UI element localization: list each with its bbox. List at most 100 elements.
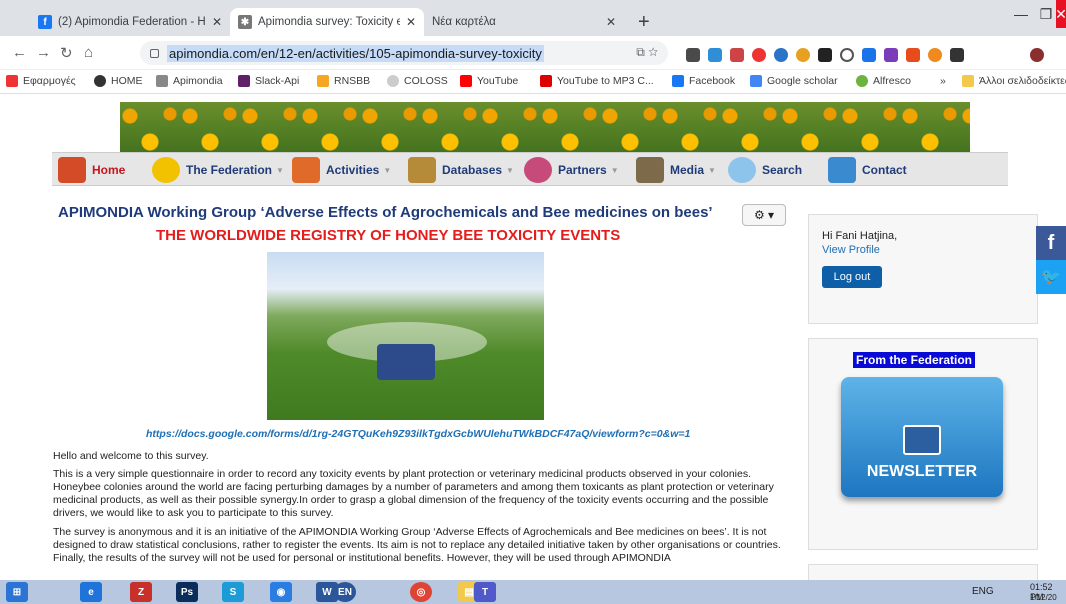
chrome-icon[interactable]: ◎ <box>410 582 432 602</box>
nav-databases[interactable]: Databases ▼ <box>408 153 514 187</box>
bookmark-slack[interactable]: Slack-Api <box>238 75 299 87</box>
close-tab-icon[interactable]: ✕ <box>212 15 222 29</box>
close-window-button[interactable]: ✕ <box>1055 0 1066 28</box>
view-profile-link[interactable]: View Profile <box>822 244 880 256</box>
bookmark-star-icon[interactable]: ⧉ ☆ <box>636 45 658 60</box>
media-icon <box>636 157 664 183</box>
chevron-down-icon: ▼ <box>610 165 619 175</box>
lock-icon <box>150 48 159 58</box>
opera-icon[interactable] <box>752 48 766 62</box>
article-tools-button[interactable]: ⚙ ▾ <box>742 204 786 226</box>
bookmark-alfresco[interactable]: Alfresco <box>856 75 911 87</box>
bookmark-youtube[interactable]: YouTube <box>460 75 518 87</box>
logout-button[interactable]: Log out <box>822 266 882 288</box>
intro-paragraph: This is a very simple questionnaire in o… <box>53 468 774 519</box>
nav-activities[interactable]: Activities ▼ <box>292 153 391 187</box>
language-icon[interactable]: EN <box>334 582 356 602</box>
folder-icon <box>962 75 974 87</box>
forward-icon[interactable]: → <box>36 44 51 61</box>
apps-icon <box>6 75 18 87</box>
extension-icon[interactable] <box>686 48 700 62</box>
new-tab-button[interactable]: + <box>638 12 650 32</box>
facebook-icon: f <box>38 15 52 29</box>
gear-icon: ⚙ ▾ <box>753 208 775 222</box>
language-indicator[interactable]: ENG <box>972 586 994 597</box>
app-icon[interactable]: Z <box>130 582 152 602</box>
magnifier-icon <box>728 157 756 183</box>
chevron-down-icon: ▼ <box>708 165 716 175</box>
tractor-shape <box>377 344 435 380</box>
extension-icon[interactable] <box>818 48 832 62</box>
alfresco-icon <box>856 75 868 87</box>
extension-icon[interactable] <box>796 48 810 62</box>
web-page: Home The Federation ▼ Activities ▼ Databas… <box>0 94 1066 580</box>
nav-media[interactable]: Media ▼ <box>636 153 716 187</box>
newsletter-banner[interactable]: NEWSLETTER <box>841 377 1003 497</box>
chevron-down-icon: ▼ <box>506 165 514 175</box>
user-greeting: Hi Fani Hatjina, <box>822 230 898 242</box>
app-icon[interactable]: ◉ <box>270 582 292 602</box>
tab-strip: f (2) Apimondia Federation - Home ✕ ✱ Ap… <box>0 0 1066 36</box>
skype-icon[interactable]: S <box>222 582 244 602</box>
browser-toolbar: ← → ↻ ⌂ apimondia.com/en/12-en/activitie… <box>0 36 1066 70</box>
nav-contact[interactable]: Contact <box>828 153 907 187</box>
teams-icon[interactable]: T <box>474 582 496 602</box>
bookmark-google-scholar[interactable]: Google scholar <box>750 75 838 87</box>
extension-icon[interactable] <box>906 48 920 62</box>
nav-search[interactable]: Search <box>728 153 802 187</box>
profile-avatar[interactable] <box>1030 48 1044 62</box>
extension-icon[interactable] <box>862 48 876 62</box>
extension-icon[interactable] <box>840 48 854 62</box>
greeting-text: Hello and welcome to this survey. <box>53 450 209 462</box>
tools-icon <box>292 157 320 183</box>
close-tab-icon[interactable]: ✕ <box>406 15 416 29</box>
slack-icon <box>238 75 250 87</box>
extension-icon[interactable] <box>884 48 898 62</box>
extension-icon[interactable] <box>950 48 964 62</box>
close-tab-icon[interactable]: ✕ <box>606 15 616 29</box>
tab-apimondia-survey[interactable]: ✱ Apimondia survey: Toxicity events ✕ <box>230 8 424 36</box>
extension-icon[interactable] <box>774 48 788 62</box>
facebook-share-icon[interactable]: f <box>1036 226 1066 260</box>
bookmark-facebook[interactable]: Facebook <box>672 75 735 87</box>
nav-partners[interactable]: Partners ▼ <box>524 153 619 187</box>
restore-button[interactable]: ❐ <box>1036 0 1056 28</box>
google-form-link[interactable]: https://docs.google.com/forms/d/1rg-24GT… <box>146 428 690 440</box>
bee-icon <box>156 75 168 87</box>
bookmark-coloss[interactable]: COLOSS <box>387 75 448 87</box>
bookmark-rnsbb[interactable]: RNSBB <box>317 75 370 87</box>
extension-icon[interactable] <box>730 48 744 62</box>
bookmark-home[interactable]: HOME <box>94 75 143 87</box>
back-icon[interactable]: ← <box>12 44 27 61</box>
scholar-icon <box>750 75 762 87</box>
extension-icon[interactable] <box>928 48 942 62</box>
address-bar[interactable]: apimondia.com/en/12-en/activities/105-ap… <box>140 41 668 65</box>
youtube-icon <box>540 75 552 87</box>
windows-start-icon[interactable]: ⊞ <box>6 582 28 602</box>
facebook-icon <box>672 75 684 87</box>
minimize-button[interactable]: — <box>1006 0 1036 28</box>
from-federation-heading: From the Federation <box>853 352 976 368</box>
twitter-share-icon[interactable]: 🐦 <box>1036 260 1066 294</box>
bookmarks-overflow[interactable]: » <box>940 75 946 87</box>
reload-icon[interactable]: ↻ <box>60 44 73 62</box>
youtube-icon <box>460 75 472 87</box>
bookmark-apimondia[interactable]: Apimondia <box>156 75 223 87</box>
home-icon[interactable]: ⌂ <box>84 44 93 61</box>
tab-apimondia-home[interactable]: f (2) Apimondia Federation - Home ✕ <box>30 8 230 36</box>
clock-date[interactable]: 1/12/20 <box>1030 593 1057 602</box>
bookmark-apps[interactable]: Εφαρμογές <box>6 75 76 87</box>
chevron-down-icon: ▼ <box>383 165 392 175</box>
bookmark-other[interactable]: Άλλοι σελιδοδείκτες <box>962 75 1066 87</box>
extension-icon[interactable] <box>708 48 722 62</box>
chevron-down-icon: ▼ <box>276 165 284 175</box>
bookmark-youtube-mp3[interactable]: YouTube to MP3 C... <box>540 75 654 87</box>
nav-home[interactable]: Home <box>58 153 125 187</box>
url-text[interactable]: apimondia.com/en/12-en/activities/105-ap… <box>167 44 544 62</box>
ie-icon[interactable]: e <box>80 582 102 602</box>
tab-new[interactable]: Νέα καρτέλα ✕ <box>424 8 624 36</box>
nav-federation[interactable]: The Federation ▼ <box>152 153 284 187</box>
photoshop-icon[interactable]: Ps <box>176 582 198 602</box>
envelope-icon <box>903 425 941 455</box>
people-icon <box>524 157 552 183</box>
